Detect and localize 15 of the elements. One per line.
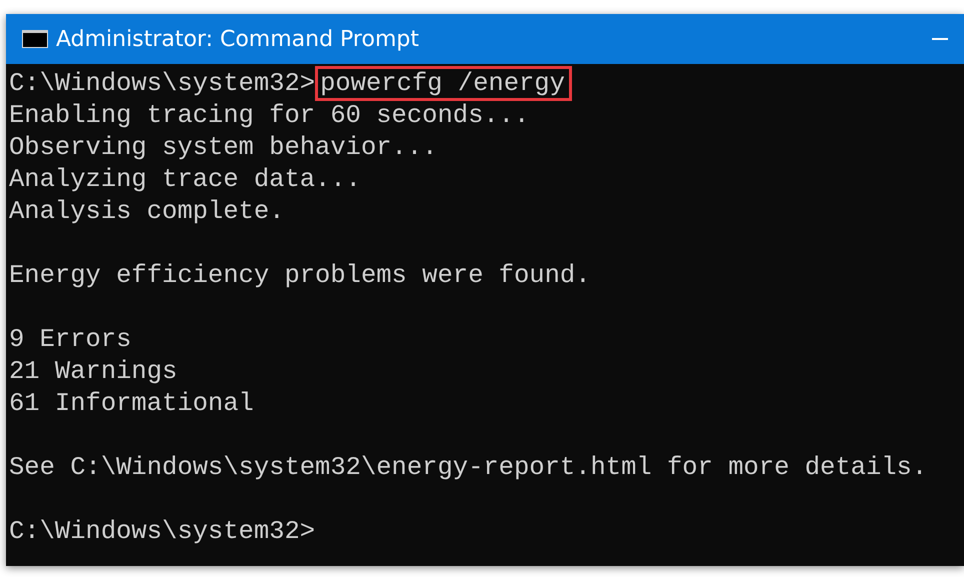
- console-output-line: Analyzing trace data...: [9, 165, 361, 194]
- console-output-line: 61 Informational: [9, 389, 254, 418]
- console-output-line: 9 Errors: [9, 325, 132, 354]
- console-app-icon: [22, 30, 48, 48]
- console-output-line: Enabling tracing for 60 seconds...: [9, 101, 530, 130]
- console-prompt: C:\Windows\system32>: [9, 69, 316, 98]
- console-prompt: C:\Windows\system32>: [9, 517, 316, 546]
- console-command: powercfg /energy: [315, 66, 572, 101]
- minimize-icon[interactable]: [932, 38, 948, 40]
- console-output-line: 21 Warnings: [9, 357, 178, 386]
- window-title: Administrator: Command Prompt: [56, 26, 420, 54]
- console-output-line: Energy efficiency problems were found.: [9, 261, 590, 290]
- console-output-line: See C:\Windows\system32\energy-report.html for more details.: [9, 453, 928, 482]
- console-output-line: Analysis complete.: [9, 197, 284, 226]
- console-output-line: Observing system behavior...: [9, 133, 438, 162]
